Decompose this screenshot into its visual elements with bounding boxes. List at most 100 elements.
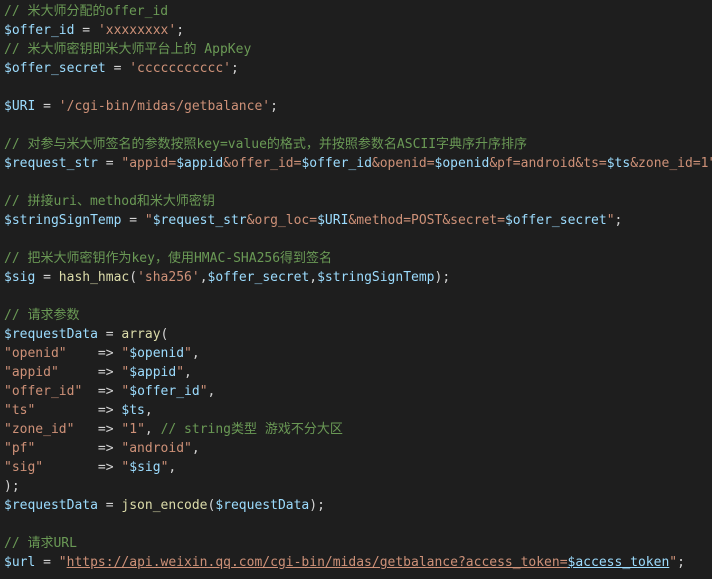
code-string: " [184,346,192,361]
code-variable: $requestData [4,327,98,342]
code-punctuation: => [82,384,122,399]
code-punctuation: ; [614,213,623,228]
code-comment: // 请求参数 [4,308,80,323]
code-url-link[interactable]: https://api.weixin.qq.com/cgi-bin/midas/… [67,555,568,570]
code-comment: // 拼接uri、method和米大师密钥 [4,194,215,209]
code-url-variable[interactable]: $access_token [568,555,670,570]
code-line: // 请求URL [4,534,712,553]
code-string: "sig" [4,460,44,475]
code-line: $url = "https://api.weixin.qq.com/cgi-bi… [4,553,712,572]
code-punctuation: , [168,460,177,475]
code-line: "offer_id" => "$offer_id", [4,382,712,401]
code-punctuation: ; [230,61,239,76]
code-string: 'sha256' [137,270,200,285]
code-string: "zone_id" [4,422,75,437]
code-string: "pf" [4,441,36,456]
code-punctuation: ; [270,99,278,114]
code-string: " [176,365,185,380]
code-variable: $offer_id [301,156,372,171]
code-punctuation: , [309,270,318,285]
code-line: $request_str = "appid=$appid&offer_id=$o… [4,154,712,173]
code-punctuation: => [66,346,122,361]
code-punctuation: => [35,441,122,456]
code-line: $stringSignTemp = "$request_str&org_loc=… [4,211,712,230]
code-variable: $sig [4,270,36,285]
code-string: '/cgi-bin/midas/getbalance' [58,99,271,114]
code-punctuation: = [35,99,59,114]
code-variable: $offer_id [4,23,75,38]
code-string: &org_loc= [246,213,318,228]
code-line: // 把米大师密钥作为key，使用HMAC-SHA256得到签名 [4,249,712,268]
code-string: &method=POST&secret= [348,213,505,228]
code-string: "ts" [4,403,36,418]
code-function: array [121,327,161,342]
code-comment: // 把米大师密钥作为key，使用HMAC-SHA256得到签名 [4,251,333,266]
code-comment: // 米大师分配的offer_id [4,4,169,19]
code-variable: $ts [606,156,631,171]
code-string: &offer_id= [223,156,302,171]
code-string: "openid" [4,346,67,361]
code-line: $sig = hash_hmac('sha256',$offer_secret,… [4,268,712,287]
code-variable: $openid [434,156,490,171]
code-line: // 请求参数 [4,306,712,325]
code-string: " [606,213,615,228]
code-string: " [199,384,208,399]
code-string: &openid= [371,156,435,171]
code-variable: $URI [317,213,349,228]
code-string: 'ccccccccccc' [129,61,231,76]
code-line: // 米大师分配的offer_id [4,2,712,21]
code-punctuation: ( [160,327,169,342]
code-punctuation: => [43,460,122,475]
code-punctuation: => [74,422,122,437]
code-string: 'xxxxxxxx' [97,23,177,38]
code-variable: $stringSignTemp [317,270,435,285]
code-string: " [669,555,678,570]
code-string: " [58,555,67,570]
code-punctuation: ); [434,270,451,285]
code-punctuation: = [74,23,98,38]
code-punctuation: = [35,270,59,285]
code-variable: $openid [129,346,185,361]
code-variable: $request_str [4,156,98,171]
code-variable: $stringSignTemp [4,213,122,228]
code-punctuation: = [121,213,145,228]
code-line: $offer_id = 'xxxxxxxx'; [4,21,712,40]
code-punctuation: ); [4,479,20,494]
code-line: // 米大师密钥即米大师平台上的 AppKey [4,40,712,59]
code-string: "appid= [121,156,177,171]
code-punctuation: = [105,61,130,76]
code-line: // 对参与米大师签名的参数按照key=value的格式，并按照参数名ASCII… [4,135,712,154]
code-editor[interactable]: // 米大师分配的offer_id $offer_id = 'xxxxxxxx';… [0,0,712,579]
code-variable: $offer_secret [207,270,310,285]
code-punctuation: , [144,403,153,418]
code-line: $URI = '/cgi-bin/midas/getbalance'; [4,97,712,116]
code-punctuation: , [199,270,208,285]
code-string: &pf=android&ts= [489,156,607,171]
code-variable: $offer_secret [504,213,607,228]
code-variable: $url [4,555,36,570]
code-line: $offer_secret = 'ccccccccccc'; [4,59,712,78]
code-punctuation: = [97,327,122,342]
code-punctuation: , [191,441,200,456]
code-variable: $requestData [4,498,98,513]
code-comment: // 米大师密钥即米大师平台上的 AppKey [4,42,252,57]
code-string: " [144,213,153,228]
code-variable: $requestData [215,498,310,513]
code-function: json_encode [121,498,208,513]
code-variable: $appid [129,365,177,380]
code-variable: $request_str [152,213,247,228]
code-punctuation: => [58,365,122,380]
code-punctuation: ( [129,270,138,285]
code-variable: $sig [129,460,161,475]
code-punctuation: ; [677,555,685,570]
code-variable: $appid [176,156,224,171]
code-punctuation: , [184,365,192,380]
code-punctuation: = [97,156,122,171]
code-line: $requestData = json_encode($requestData)… [4,496,712,515]
code-comment: // 对参与米大师签名的参数按照key=value的格式，并按照参数名ASCII… [4,137,528,152]
code-variable: $offer_id [129,384,200,399]
